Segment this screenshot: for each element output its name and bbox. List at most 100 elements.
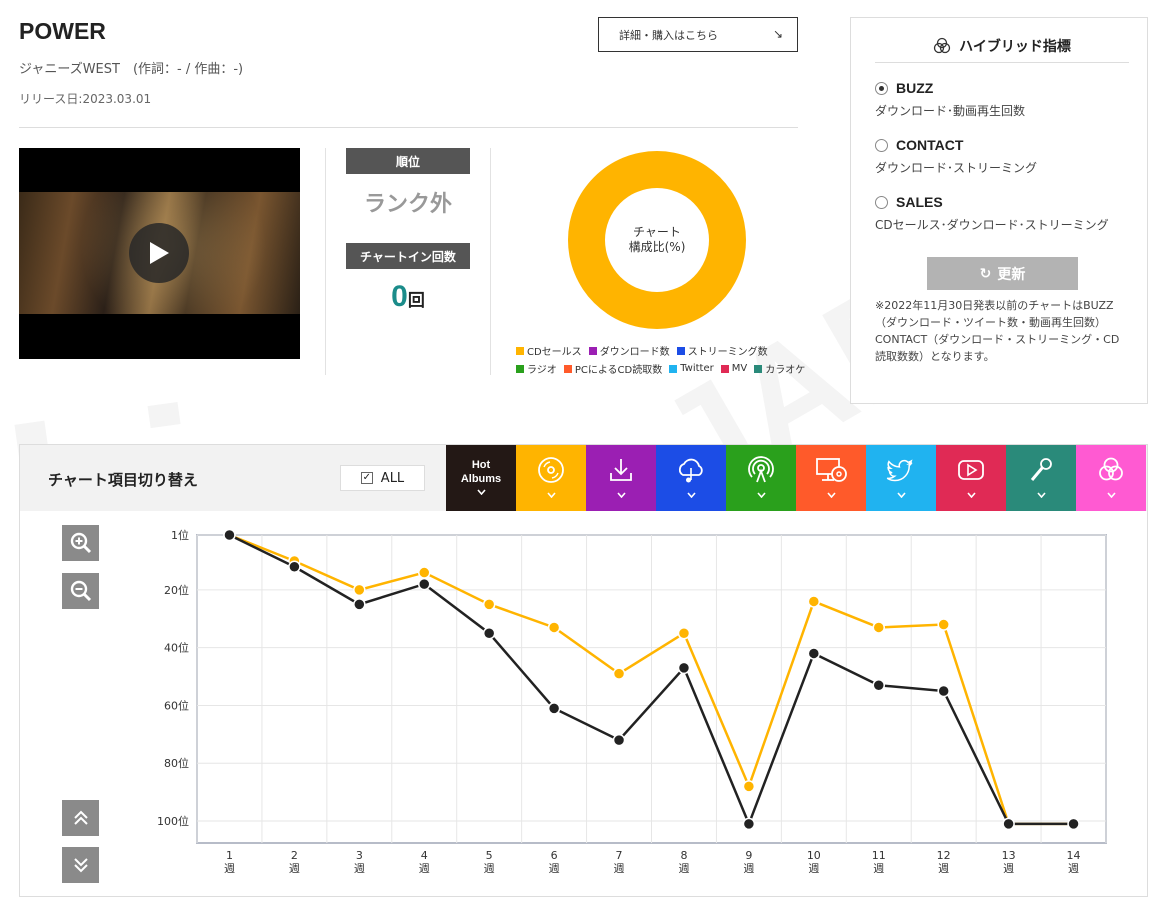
chevron-down-icon <box>546 491 556 501</box>
legend-label: CDセールス <box>527 347 582 358</box>
update-button-label: 更新 <box>997 266 1026 283</box>
legend-item: Twitter <box>669 361 714 376</box>
hybrid-icon <box>933 37 951 54</box>
artist-credit: ジャニーズWEST (作詞：- / 作曲：-) <box>19 62 244 77</box>
data-point <box>353 583 366 597</box>
legend-swatch <box>754 364 763 373</box>
legend-item: ストリーミング数 <box>676 343 768 358</box>
legend-swatch <box>588 346 597 355</box>
chevron-down-icon <box>1036 491 1046 501</box>
legend-label: カラオケ <box>765 365 806 376</box>
option-sales-label: SALES <box>896 194 943 210</box>
legend-item: CDセールス <box>516 343 582 358</box>
chart-panel: チャート項目切り替え ✓ ALL Hot Albums 1位 20位 40位 60位 80… <box>19 444 1148 897</box>
x-tick-label: 週 <box>289 862 300 875</box>
data-point <box>612 733 626 747</box>
hybrid-note: ※2022年11月30日発表以前のチャートはBUZZ（ダウンロード・ツイート数・… <box>875 299 1120 363</box>
x-tick-label: 14 <box>1067 849 1081 862</box>
check-icon: ✓ <box>360 472 373 484</box>
chevron-down-icon <box>476 488 486 498</box>
chart-tab-twitter-icon[interactable] <box>866 445 936 511</box>
x-tick-label: 週 <box>354 862 365 875</box>
x-tick-label: 11 <box>872 849 886 862</box>
x-tick-label: 週 <box>484 862 495 875</box>
detail-purchase-button[interactable]: 詳細・購入はこちら ↘ <box>598 17 798 52</box>
legend-item: MV <box>720 361 748 376</box>
release-date: リリース日:2023.03.01 <box>19 92 152 106</box>
x-tick-label: 週 <box>808 862 819 875</box>
chart-tab-cloud-music-icon[interactable] <box>656 445 726 511</box>
radio-contact[interactable] <box>875 138 888 152</box>
video-player[interactable] <box>19 148 300 359</box>
option-sales-desc: CDセールス･ダウンロード･ストリーミング <box>875 218 1109 232</box>
data-point <box>807 595 821 608</box>
scroll-up-icon[interactable] <box>62 800 99 836</box>
y-tick-label: 80位 <box>164 756 189 770</box>
chart-tab-video-icon[interactable] <box>936 445 1006 511</box>
scroll-down-icon[interactable] <box>62 847 99 883</box>
all-label: ALL <box>380 470 405 486</box>
x-tick-label: 週 <box>938 862 949 875</box>
chart-tab-radio-icon[interactable] <box>726 445 796 511</box>
chart-tab-cd-icon[interactable] <box>516 445 586 511</box>
data-point <box>418 566 431 579</box>
hybrid-icon <box>1096 455 1126 489</box>
y-tick-label: 100位 <box>157 814 189 828</box>
x-tick-label: 週 <box>224 862 235 875</box>
option-buzz[interactable]: BUZZ ダウンロード･動画再生回数 <box>875 80 1025 119</box>
chartin-unit: 回 <box>407 291 425 311</box>
x-tick-label: 10 <box>807 849 821 862</box>
zoom-out-icon[interactable] <box>62 573 99 609</box>
all-checkbox[interactable]: ✓ ALL <box>340 465 425 491</box>
chevron-down-icon <box>1106 491 1116 501</box>
data-point <box>223 528 236 542</box>
option-contact-label: CONTACT <box>896 137 964 153</box>
option-sales[interactable]: SALES CDセールス･ダウンロード･ストリーミング <box>875 194 1109 233</box>
option-buzz-label: BUZZ <box>896 80 934 96</box>
option-contact-desc: ダウンロード･ストリーミング <box>875 161 1038 175</box>
composition-legend-row2: ラジオ PCによるCD読取数 Twitter MV カラオケ <box>516 361 805 376</box>
data-point <box>937 618 950 631</box>
legend-label: MV <box>731 363 748 374</box>
zoom-in-icon[interactable] <box>62 525 99 561</box>
option-contact[interactable]: CONTACT ダウンロード･ストリーミング <box>875 137 1037 176</box>
play-icon[interactable] <box>129 223 189 283</box>
data-point <box>937 684 950 698</box>
legend-swatch <box>720 364 729 373</box>
legend-swatch <box>669 364 678 373</box>
donut-label-line1: チャート <box>633 225 681 239</box>
hybrid-title: ハイブリッド指標 <box>959 39 1071 55</box>
radio-buzz[interactable] <box>875 81 888 95</box>
chartin-number: 0 <box>391 280 408 313</box>
update-button[interactable]: ↻ 更新 <box>927 257 1078 290</box>
chart-tab-hybrid-icon[interactable] <box>1076 445 1146 511</box>
legend-item: PCによるCD読取数 <box>563 361 662 376</box>
pc-cd-icon <box>814 455 848 489</box>
legend-swatch <box>516 364 524 373</box>
chevron-down-icon <box>896 491 906 501</box>
legend-item: カラオケ <box>754 361 805 376</box>
legend-swatch <box>676 346 685 355</box>
y-tick-label: 1位 <box>171 528 189 542</box>
video-icon <box>956 455 986 489</box>
x-tick-label: 週 <box>1003 862 1014 875</box>
radio-sales[interactable] <box>875 195 888 209</box>
rank-value: ランク外 <box>363 192 452 217</box>
x-tick-label: 12 <box>937 849 951 862</box>
data-point <box>872 621 885 634</box>
legend-swatch <box>516 346 524 355</box>
chart-tab-microphone-icon[interactable] <box>1006 445 1076 511</box>
x-tick-label: 週 <box>614 862 625 875</box>
chart-tab-hot-albums[interactable]: Hot Albums <box>446 445 516 511</box>
tab-label: Hot Albums <box>460 459 502 485</box>
twitter-icon <box>886 455 916 489</box>
chart-tab-pc-cd-icon[interactable] <box>796 445 866 511</box>
chart-switch-title: チャート項目切り替え <box>48 471 198 489</box>
chart-svg: 1位20位40位60位80位100位1週2週3週4週5週6週7週8週9週10週1… <box>157 528 1107 875</box>
x-tick-label: 週 <box>743 862 754 875</box>
divider <box>325 148 326 375</box>
legend-item: ラジオ <box>516 361 557 376</box>
y-tick-label: 60位 <box>164 698 189 712</box>
chart-tab-download-icon[interactable] <box>586 445 656 511</box>
option-buzz-desc: ダウンロード･動画再生回数 <box>875 104 1026 118</box>
